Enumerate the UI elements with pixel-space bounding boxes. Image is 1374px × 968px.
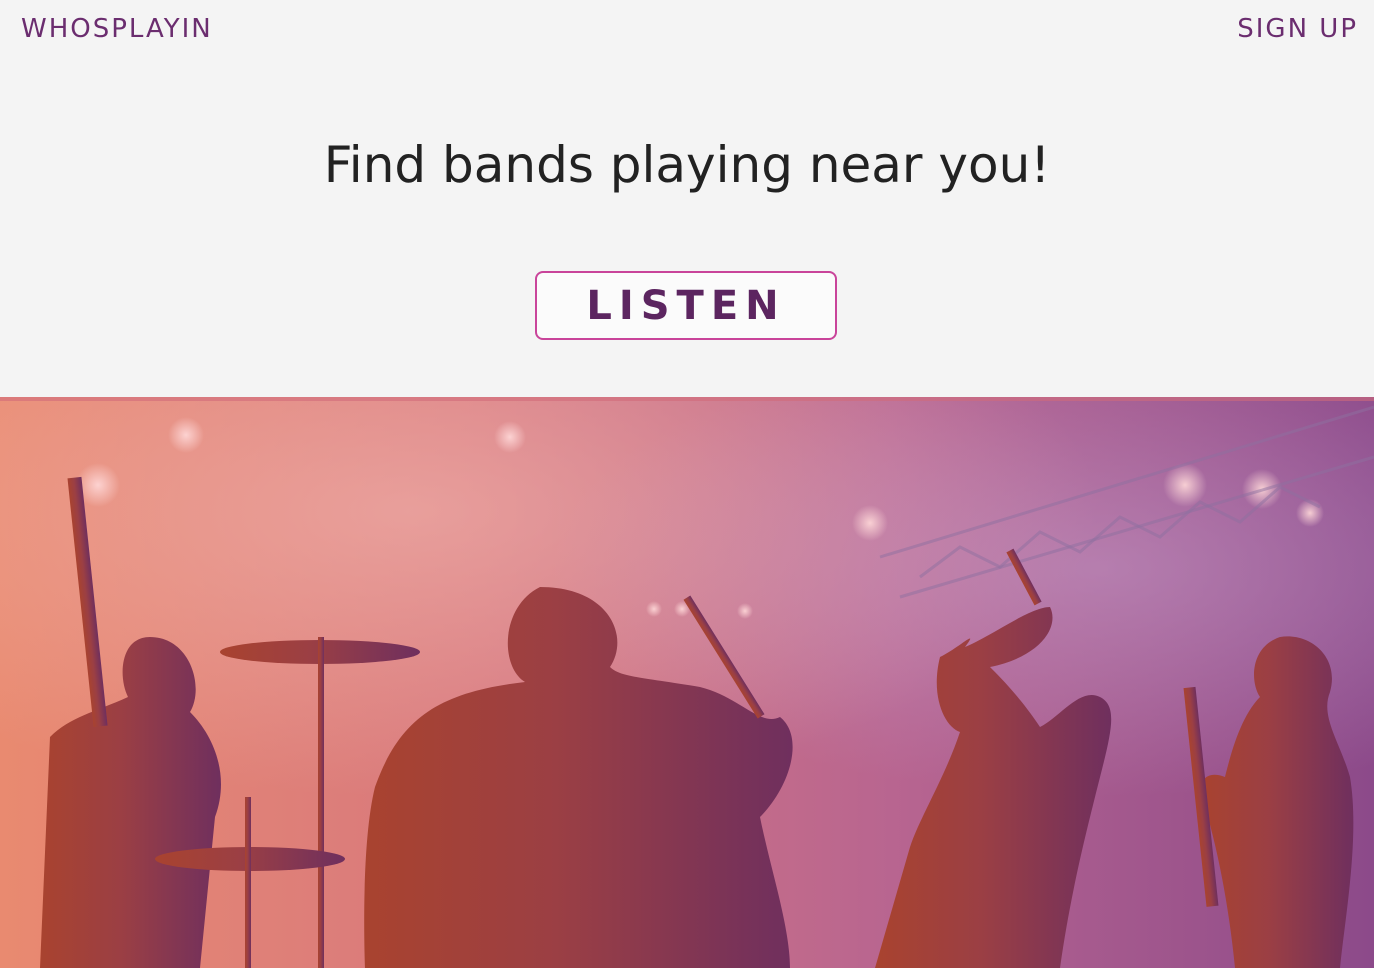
landing-page: WHOSPLAYIN SIGN UP Find bands playing ne… <box>0 0 1374 968</box>
hero-image <box>0 397 1374 968</box>
brand-logo-link[interactable]: WHOSPLAYIN <box>21 14 213 44</box>
top-nav: WHOSPLAYIN SIGN UP <box>0 0 1374 60</box>
signup-link[interactable]: SIGN UP <box>1237 14 1358 44</box>
listen-button[interactable]: LISTEN <box>535 271 837 340</box>
concert-band-image <box>0 397 1374 968</box>
page-headline: Find bands playing near you! <box>323 136 1051 194</box>
